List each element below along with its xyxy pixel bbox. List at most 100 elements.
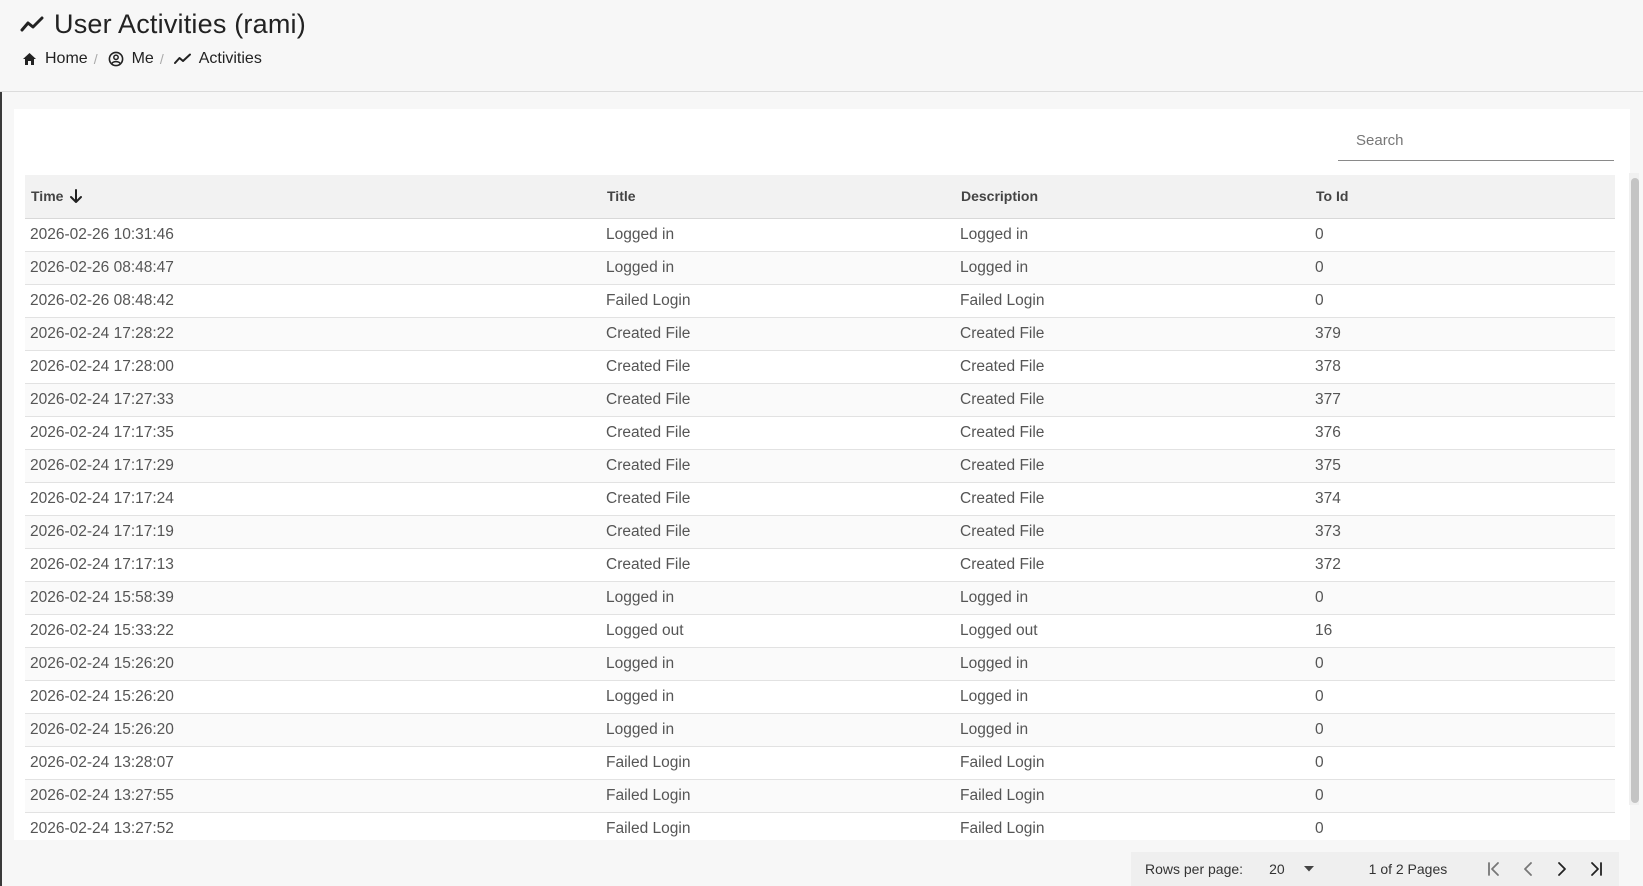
cell-description: Logged in: [955, 647, 1310, 681]
table-row[interactable]: 2026-02-24 17:17:29 Created File Created F…: [25, 449, 1615, 483]
cell-description: Logged in: [955, 251, 1310, 285]
cell-description: Created File: [955, 515, 1310, 549]
first-page-button[interactable]: [1483, 858, 1505, 880]
cell-to-id: 0: [1310, 218, 1615, 252]
cell-to-id: 378: [1310, 350, 1615, 384]
cell-title: Logged out: [601, 614, 955, 648]
cell-description: Created File: [955, 482, 1310, 516]
cell-title: Logged in: [601, 713, 955, 747]
table-row[interactable]: 2026-02-24 15:26:20 Logged in Logged in 0: [25, 647, 1615, 681]
cell-time: 2026-02-24 13:27:52: [25, 812, 601, 840]
page-title-text: User Activities (rami): [54, 8, 306, 39]
cell-description: Created File: [955, 317, 1310, 351]
table-body: 2026-02-26 10:31:46 Logged in Logged in 0 20…: [25, 218, 1615, 840]
last-page-button[interactable]: [1585, 858, 1607, 880]
cell-time: 2026-02-24 17:28:00: [25, 350, 601, 384]
next-page-button[interactable]: [1551, 858, 1573, 880]
breadcrumb-home[interactable]: Home: [22, 50, 88, 68]
table-row[interactable]: 2026-02-26 08:48:42 Failed Login Failed Lo…: [25, 284, 1615, 318]
table-row[interactable]: 2026-02-24 15:26:20 Logged in Logged in 0: [25, 680, 1615, 714]
cell-title: Created File: [601, 350, 955, 384]
cell-description: Created File: [955, 416, 1310, 450]
sort-descending-icon[interactable]: [69, 188, 83, 204]
cell-to-id: 379: [1310, 317, 1615, 351]
cell-to-id: 0: [1310, 812, 1615, 840]
cell-title: Logged in: [601, 647, 955, 681]
cell-time: 2026-02-26 10:31:46: [25, 218, 601, 252]
cell-description: Logged in: [955, 713, 1310, 747]
table-row[interactable]: 2026-02-24 17:28:22 Created File Created F…: [25, 317, 1615, 351]
table-row[interactable]: 2026-02-24 13:28:07 Failed Login Failed Lo…: [25, 746, 1615, 780]
column-header-title[interactable]: Title: [601, 175, 955, 219]
column-header-description[interactable]: Description: [955, 175, 1310, 219]
cell-description: Logged out: [955, 614, 1310, 648]
breadcrumb-home-label: Home: [45, 50, 88, 67]
cell-description: Created File: [955, 449, 1310, 483]
cell-time: 2026-02-24 15:33:22: [25, 614, 601, 648]
cell-time: 2026-02-24 17:17:13: [25, 548, 601, 582]
user-circle-icon: [108, 51, 124, 67]
table-row[interactable]: 2026-02-24 15:58:39 Logged in Logged in 0: [25, 581, 1615, 615]
table-row[interactable]: 2026-02-26 08:48:47 Logged in Logged in 0: [25, 251, 1615, 285]
cell-to-id: 0: [1310, 779, 1615, 813]
cell-title: Failed Login: [601, 812, 955, 840]
table-row[interactable]: 2026-02-24 13:27:52 Failed Login Failed Lo…: [25, 812, 1615, 840]
cell-time: 2026-02-24 15:26:20: [25, 680, 601, 714]
cell-to-id: 0: [1310, 647, 1615, 681]
breadcrumb-activities[interactable]: Activities: [173, 50, 262, 68]
cell-description: Logged in: [955, 680, 1310, 714]
cell-title: Created File: [601, 416, 955, 450]
last-page-icon: [1588, 861, 1604, 877]
cell-to-id: 374: [1310, 482, 1615, 516]
rows-per-page-value: 20: [1269, 861, 1285, 877]
cell-time: 2026-02-24 17:17:35: [25, 416, 601, 450]
cell-time: 2026-02-24 17:27:33: [25, 383, 601, 417]
table-row[interactable]: 2026-02-24 17:17:19 Created File Created F…: [25, 515, 1615, 549]
table-row[interactable]: 2026-02-26 10:31:46 Logged in Logged in 0: [25, 218, 1615, 252]
table-row[interactable]: 2026-02-24 15:33:22 Logged out Logged out 1…: [25, 614, 1615, 648]
cell-title: Logged in: [601, 251, 955, 285]
breadcrumb: Home / Me / Activities: [22, 48, 262, 70]
cell-to-id: 376: [1310, 416, 1615, 450]
cell-time: 2026-02-24 17:28:22: [25, 317, 601, 351]
cell-to-id: 0: [1310, 581, 1615, 615]
search-field[interactable]: [1338, 121, 1614, 161]
activities-card: Time Title Description To Id 2026-02-26 …: [14, 109, 1630, 840]
chevron-left-icon: [1520, 861, 1536, 877]
column-header-to-id[interactable]: To Id: [1310, 175, 1615, 219]
activities-table-container: Time Title Description To Id 2026-02-26 …: [25, 175, 1615, 840]
previous-page-button[interactable]: [1517, 858, 1539, 880]
table-row[interactable]: 2026-02-24 17:28:00 Created File Created F…: [25, 350, 1615, 384]
breadcrumb-me[interactable]: Me: [108, 50, 154, 68]
cell-title: Logged in: [601, 581, 955, 615]
cell-time: 2026-02-24 13:27:55: [25, 779, 601, 813]
cell-time: 2026-02-26 08:48:42: [25, 284, 601, 318]
table-row[interactable]: 2026-02-24 13:27:55 Failed Login Failed Lo…: [25, 779, 1615, 813]
window-edge: [0, 92, 2, 886]
cell-title: Created File: [601, 482, 955, 516]
cell-to-id: 0: [1310, 251, 1615, 285]
table-row[interactable]: 2026-02-24 17:27:33 Created File Created F…: [25, 383, 1615, 417]
cell-description: Failed Login: [955, 746, 1310, 780]
trend-icon: [20, 15, 44, 33]
cell-to-id: 377: [1310, 383, 1615, 417]
cell-title: Created File: [601, 317, 955, 351]
cell-time: 2026-02-24 17:17:19: [25, 515, 601, 549]
trend-icon: [173, 53, 191, 65]
cell-description: Failed Login: [955, 779, 1310, 813]
table-header-row: Time Title Description To Id: [25, 175, 1615, 219]
scrollbar-thumb[interactable]: [1631, 178, 1639, 803]
column-header-time[interactable]: Time: [25, 175, 601, 219]
page-header: User Activities (rami) Home / Me / Activ…: [0, 0, 1643, 92]
table-row[interactable]: 2026-02-24 17:17:13 Created File Created F…: [25, 548, 1615, 582]
cell-to-id: 373: [1310, 515, 1615, 549]
rows-per-page-label: Rows per page:: [1145, 861, 1244, 877]
cell-description: Created File: [955, 548, 1310, 582]
table-row[interactable]: 2026-02-24 17:17:24 Created File Created F…: [25, 482, 1615, 516]
search-input[interactable]: [1338, 121, 1614, 160]
table-row[interactable]: 2026-02-24 15:26:20 Logged in Logged in 0: [25, 713, 1615, 747]
rows-per-page-select[interactable]: 20: [1269, 861, 1315, 877]
table-row[interactable]: 2026-02-24 17:17:35 Created File Created F…: [25, 416, 1615, 450]
cell-to-id: 372: [1310, 548, 1615, 582]
activities-table: Time Title Description To Id 2026-02-26 …: [25, 175, 1615, 840]
